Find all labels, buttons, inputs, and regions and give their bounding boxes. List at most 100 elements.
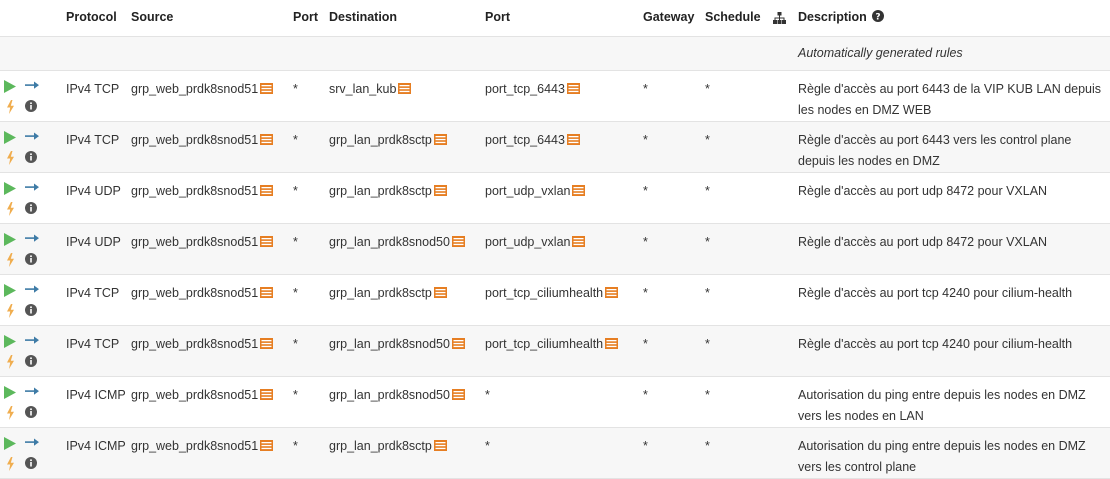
list-icon[interactable]	[572, 236, 586, 247]
gateway-cell: *	[643, 232, 648, 253]
destination-port-cell: port_tcp_6443	[485, 130, 580, 151]
list-icon[interactable]	[433, 185, 447, 196]
bolt-icon[interactable]	[6, 457, 15, 471]
protocol-cell-text: IPv4 TCP	[66, 337, 120, 351]
header-source-port[interactable]: Port	[293, 7, 318, 28]
description-cell-text: Règle d'accès au port tcp 4240 pour cili…	[798, 286, 1073, 300]
header-destination-port[interactable]: Port	[485, 7, 510, 28]
description-cell: Règle d'accès au port 6443 de la VIP KUB…	[798, 79, 1106, 121]
list-icon[interactable]	[260, 338, 274, 349]
play-icon[interactable]	[4, 386, 16, 399]
header-protocol[interactable]: Protocol	[66, 7, 126, 28]
info-icon[interactable]	[25, 100, 37, 112]
info-icon[interactable]	[25, 355, 37, 367]
source-cell: grp_web_prdk8snod51	[131, 232, 274, 253]
destination-cell: grp_lan_prdk8snod50	[329, 385, 465, 406]
source-port-cell-text: *	[293, 235, 298, 249]
table-row[interactable]: IPv4 TCP grp_web_prdk8snod51 * grp_lan_prdk…	[0, 122, 1110, 173]
play-icon[interactable]	[4, 335, 16, 348]
table-header: Protocol Source Port Destination Port Ga…	[0, 0, 1110, 37]
sitemap-icon[interactable]	[773, 12, 786, 27]
list-icon[interactable]	[451, 389, 465, 400]
play-icon[interactable]	[4, 80, 16, 93]
info-icon[interactable]	[25, 253, 37, 265]
list-icon[interactable]	[260, 440, 274, 451]
description-cell-text: Règle d'accès au port udp 8472 pour VXLA…	[798, 184, 1048, 198]
list-icon[interactable]	[605, 287, 619, 298]
destination-cell-text: grp_lan_prdk8snod50	[329, 388, 450, 402]
play-icon[interactable]	[4, 284, 16, 297]
bolt-icon[interactable]	[6, 253, 15, 267]
header-gateway[interactable]: Gateway	[643, 7, 694, 28]
list-icon[interactable]	[433, 287, 447, 298]
info-icon[interactable]	[25, 406, 37, 418]
bolt-icon[interactable]	[6, 406, 15, 420]
header-schedule[interactable]: Schedule	[705, 7, 761, 28]
list-icon[interactable]	[572, 185, 586, 196]
play-icon[interactable]	[4, 131, 16, 144]
list-icon[interactable]	[260, 83, 274, 94]
bolt-icon[interactable]	[6, 202, 15, 216]
info-icon[interactable]	[25, 202, 37, 214]
destination-port-cell-text: port_tcp_6443	[485, 82, 565, 96]
arrow-right-icon	[25, 132, 39, 140]
list-icon[interactable]	[260, 185, 274, 196]
header-destination[interactable]: Destination	[329, 7, 397, 28]
source-port-cell-text: *	[293, 184, 298, 198]
list-icon[interactable]	[433, 440, 447, 451]
list-icon[interactable]	[605, 338, 619, 349]
table-row[interactable]: IPv4 TCP grp_web_prdk8snod51 * srv_lan_kub p…	[0, 71, 1110, 122]
info-icon[interactable]	[25, 304, 37, 316]
source-port-cell: *	[293, 181, 298, 202]
rule-actions	[4, 232, 44, 272]
list-icon[interactable]	[566, 83, 580, 94]
list-icon[interactable]	[566, 134, 580, 145]
table-row[interactable]: IPv4 ICMP grp_web_prdk8snod51 * grp_lan_prd…	[0, 377, 1110, 428]
list-icon[interactable]	[260, 389, 274, 400]
info-icon[interactable]	[25, 457, 37, 469]
description-cell: Règle d'accès au port udp 8472 pour VXLA…	[798, 181, 1106, 202]
bolt-icon[interactable]	[6, 355, 15, 369]
gateway-cell-text: *	[643, 235, 648, 249]
destination-port-cell-text: *	[485, 439, 490, 453]
table-row[interactable]: IPv4 TCP grp_web_prdk8snod51 * grp_lan_prdk…	[0, 275, 1110, 326]
header-description[interactable]: Description ?	[798, 7, 1106, 28]
play-icon[interactable]	[4, 437, 16, 450]
destination-cell: grp_lan_prdk8sctp	[329, 283, 447, 304]
rule-actions	[4, 385, 44, 425]
play-icon[interactable]	[4, 182, 16, 195]
bolt-icon[interactable]	[6, 304, 15, 318]
source-port-cell: *	[293, 79, 298, 100]
rule-actions	[4, 79, 44, 119]
schedule-cell: *	[705, 181, 710, 202]
table-row[interactable]: IPv4 UDP grp_web_prdk8snod51 * grp_lan_prdk…	[0, 173, 1110, 224]
destination-port-cell: port_tcp_ciliumhealth	[485, 334, 619, 355]
bolt-icon[interactable]	[6, 100, 15, 114]
schedule-cell: *	[705, 79, 710, 100]
question-circle-icon[interactable]: ?	[872, 10, 885, 22]
description-cell: Règle d'accès au port tcp 4240 pour cili…	[798, 334, 1106, 355]
list-icon[interactable]	[260, 236, 274, 247]
table-row[interactable]: IPv4 UDP grp_web_prdk8snod51 * grp_lan_prdk…	[0, 224, 1110, 275]
destination-cell-text: grp_lan_prdk8sctp	[329, 286, 432, 300]
gateway-cell-text: *	[643, 82, 648, 96]
destination-port-cell-text: port_tcp_ciliumhealth	[485, 286, 604, 300]
list-icon[interactable]	[260, 134, 274, 145]
list-icon[interactable]	[433, 134, 447, 145]
gateway-cell-text: *	[643, 388, 648, 402]
list-icon[interactable]	[398, 83, 412, 94]
list-icon[interactable]	[451, 236, 465, 247]
description-cell-text: Autorisation du ping entre depuis les no…	[798, 388, 1086, 423]
protocol-cell-text: IPv4 UDP	[66, 184, 121, 198]
header-source[interactable]: Source	[131, 7, 173, 28]
protocol-cell-text: IPv4 ICMP	[66, 388, 126, 402]
list-icon[interactable]	[260, 287, 274, 298]
table-row[interactable]: IPv4 ICMP grp_web_prdk8snod51 * grp_lan_prd…	[0, 428, 1110, 479]
play-icon[interactable]	[4, 233, 16, 246]
bolt-icon[interactable]	[6, 151, 15, 165]
info-icon[interactable]	[25, 151, 37, 163]
gateway-cell-text: *	[643, 133, 648, 147]
table-row[interactable]: IPv4 TCP grp_web_prdk8snod51 * grp_lan_prdk…	[0, 326, 1110, 377]
destination-port-cell-text: port_tcp_ciliumhealth	[485, 337, 604, 351]
list-icon[interactable]	[451, 338, 465, 349]
